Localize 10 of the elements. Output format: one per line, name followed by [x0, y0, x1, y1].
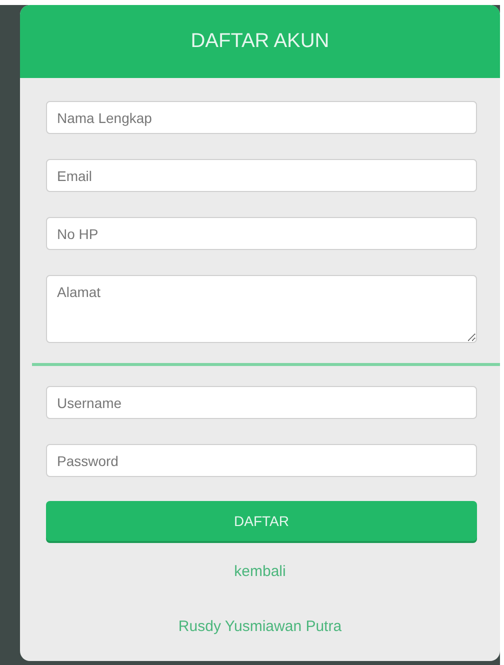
input-field[interactable]: Password — [46, 444, 477, 477]
input-field[interactable]: Nama Lengkap — [46, 101, 477, 134]
input-field[interactable]: No HP — [46, 217, 477, 250]
input-field[interactable]: Email — [46, 159, 477, 192]
submit-button[interactable]: DAFTAR — [46, 501, 477, 541]
text-area[interactable]: Alamat — [46, 275, 477, 343]
back-link[interactable]: kembali — [234, 563, 286, 580]
author-credit: Rusdy Yusmiawan Putra — [178, 618, 342, 635]
input-field[interactable]: Username — [46, 386, 477, 419]
form-title: DAFTAR AKUN — [190, 30, 330, 53]
